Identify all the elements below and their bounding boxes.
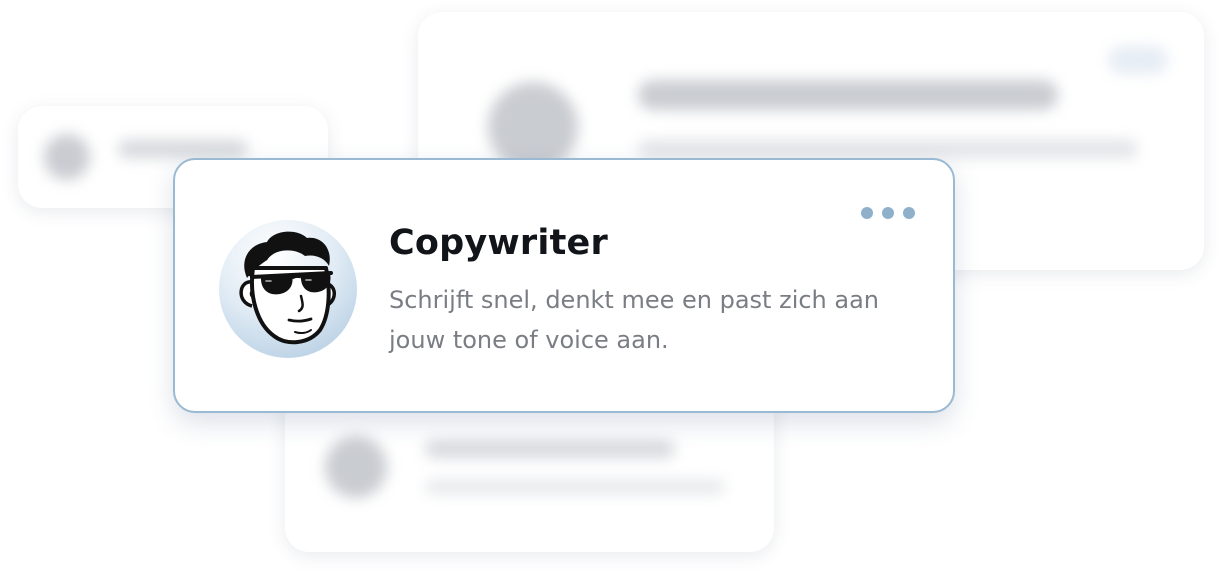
agent-description: Schrijft snel, denkt mee en past zich aa… [389, 286, 880, 354]
agent-card-copywriter[interactable]: Copywriter Schrijft snel, denkt mee en p… [173, 158, 955, 413]
more-horizontal-icon [903, 207, 915, 219]
avatar-face-icon [239, 231, 336, 345]
copywriter-avatar [219, 220, 357, 358]
more-options-button[interactable] [861, 202, 915, 224]
more-horizontal-icon [861, 207, 873, 219]
more-horizontal-icon [882, 207, 894, 219]
agent-title: Copywriter [389, 223, 608, 263]
